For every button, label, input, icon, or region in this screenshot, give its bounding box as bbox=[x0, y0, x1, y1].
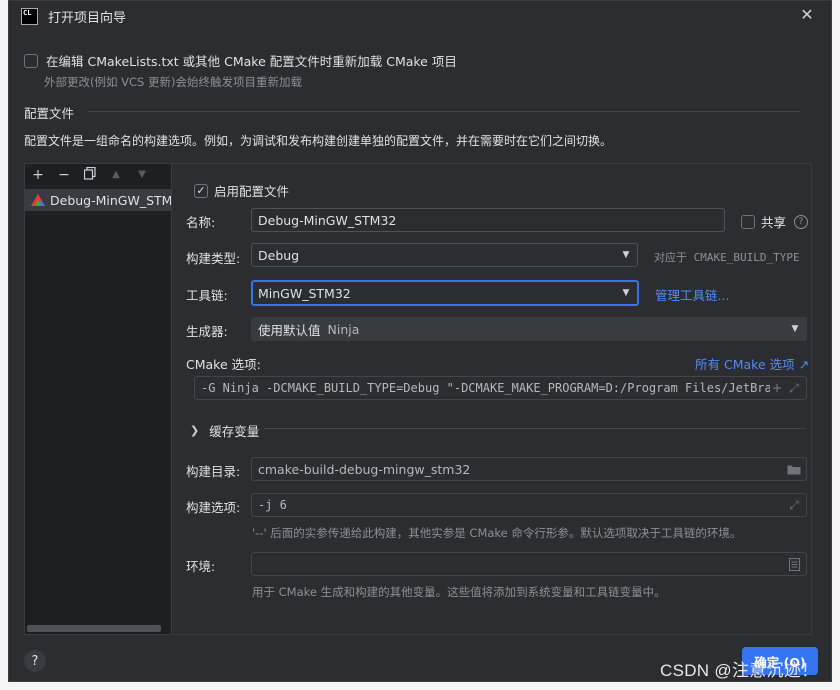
profile-label: Debug-MinGW_STM3 bbox=[50, 192, 171, 208]
reload-checkbox[interactable] bbox=[24, 53, 38, 68]
copy-icon[interactable] bbox=[83, 166, 97, 183]
cache-variables-label: 缓存变量 bbox=[209, 424, 260, 439]
folder-icon[interactable] bbox=[786, 458, 802, 480]
background-page-bottom bbox=[0, 682, 840, 690]
help-button[interactable]: ? bbox=[24, 650, 46, 672]
build-type-value: Debug bbox=[258, 247, 300, 263]
move-up-icon[interactable]: ▲ bbox=[109, 168, 123, 182]
section-divider bbox=[88, 111, 800, 112]
cmake-options-value: -G Ninja -DCMAKE_BUILD_TYPE=Debug "-DCMA… bbox=[201, 381, 779, 395]
toolchain-value: MinGW_STM32 bbox=[258, 285, 351, 301]
help-icon[interactable]: ? bbox=[794, 214, 809, 229]
watermark: CSDN @注意沉迹！ bbox=[660, 661, 819, 680]
build-options-hint: '--' 后面的实参传递给此构建，其他实参是 CMake 命令行形参。默认选项取… bbox=[252, 526, 742, 540]
environment-hint: 用于 CMake 生成和构建的其他变量。这些值将添加到系统变量和工具链变量中。 bbox=[252, 585, 666, 599]
reload-option[interactable]: 在编辑 CMakeLists.txt 或其他 CMake 配置文件时重新加载 C… bbox=[24, 51, 457, 70]
dialog-title: 打开项目向导 bbox=[48, 10, 127, 26]
all-cmake-options-link[interactable]: 所有 CMake 选项 ↗ bbox=[695, 354, 809, 373]
clion-logo-icon: CL bbox=[21, 7, 38, 25]
cmake-icon bbox=[31, 194, 45, 206]
add-icon[interactable]: + bbox=[31, 168, 45, 182]
background-page-right bbox=[832, 0, 840, 690]
share-label: 共享 bbox=[761, 215, 787, 230]
enable-profile-option[interactable]: 启用配置文件 bbox=[194, 181, 289, 200]
build-options-value: -j 6 bbox=[258, 498, 287, 512]
environment-field[interactable] bbox=[251, 552, 807, 576]
build-options-label: 构建选项: bbox=[186, 500, 241, 515]
list-item[interactable]: Debug-MinGW_STM3 bbox=[25, 189, 171, 211]
environment-label: 环境: bbox=[186, 559, 216, 574]
generator-label: 生成器: bbox=[186, 324, 228, 339]
enable-profile-label: 启用配置文件 bbox=[214, 184, 290, 199]
chevron-right-icon: ❯ bbox=[190, 424, 200, 437]
profiles-section-title: 配置文件 bbox=[24, 106, 75, 121]
build-options-field[interactable]: -j 6 ⤢ bbox=[251, 493, 807, 517]
chevron-down-icon: ▼ bbox=[622, 288, 630, 298]
expand-icon[interactable]: ⤢ bbox=[786, 494, 802, 516]
cmake-options-label: CMake 选项: bbox=[186, 357, 261, 372]
profiles-toolbar: + − ▲ ▼ bbox=[25, 164, 171, 186]
horizontal-scrollbar[interactable] bbox=[27, 625, 161, 632]
name-value: Debug-MinGW_STM32 bbox=[258, 212, 397, 228]
cmake-options-field[interactable]: -G Ninja -DCMAKE_BUILD_TYPE=Debug "-DCMA… bbox=[194, 376, 807, 400]
generator-combo[interactable]: 使用默认值 Ninja ▼ bbox=[251, 317, 807, 341]
remove-icon[interactable]: − bbox=[57, 168, 71, 182]
profiles-section-description: 配置文件是一组命名的构建选项。例如，为调试和发布构建创建单独的配置文件，并在需要… bbox=[24, 134, 613, 148]
build-dir-label: 构建目录: bbox=[186, 464, 241, 479]
title-bar: CL 打开项目向导 bbox=[9, 1, 831, 31]
name-label: 名称: bbox=[186, 215, 216, 230]
chevron-down-icon: ▼ bbox=[622, 250, 630, 260]
build-type-combo[interactable]: Debug ▼ bbox=[251, 243, 638, 267]
document-icon[interactable] bbox=[786, 553, 802, 575]
profiles-list-panel: + − ▲ ▼ Debug-MinGW_STM3 bbox=[24, 163, 172, 635]
generator-default: Ninja bbox=[327, 321, 360, 337]
cache-variables-toggle[interactable]: ❯ 缓存变量 bbox=[190, 421, 259, 440]
manage-toolchains-link[interactable]: 管理工具链... bbox=[655, 285, 729, 304]
expand-icon[interactable]: ⤢ bbox=[786, 377, 802, 399]
reload-hint: 外部更改(例如 VCS 更新)会始终触发项目重新加载 bbox=[44, 75, 302, 89]
close-icon[interactable]: ✕ bbox=[799, 7, 815, 23]
toolchain-label: 工具链: bbox=[186, 288, 228, 303]
build-dir-value: cmake-build-debug-mingw_stm32 bbox=[258, 461, 471, 477]
enable-profile-checkbox[interactable] bbox=[194, 183, 208, 198]
add-icon[interactable]: + bbox=[770, 377, 784, 399]
name-field[interactable]: Debug-MinGW_STM32 bbox=[251, 208, 725, 232]
reload-label: 在编辑 CMakeLists.txt 或其他 CMake 配置文件时重新加载 C… bbox=[46, 54, 457, 69]
build-type-hint: 对应于 CMAKE_BUILD_TYPE bbox=[654, 251, 800, 264]
generator-value: 使用默认值 bbox=[258, 322, 321, 338]
cache-divider bbox=[264, 428, 806, 429]
build-type-label: 构建类型: bbox=[186, 251, 241, 266]
move-down-icon[interactable]: ▼ bbox=[135, 168, 149, 182]
build-dir-field[interactable]: cmake-build-debug-mingw_stm32 bbox=[251, 457, 807, 481]
chevron-down-icon: ▼ bbox=[791, 324, 799, 334]
share-checkbox[interactable] bbox=[741, 214, 755, 229]
toolchain-combo[interactable]: MinGW_STM32 ▼ bbox=[251, 280, 639, 306]
share-option[interactable]: 共享 ? bbox=[741, 212, 809, 231]
